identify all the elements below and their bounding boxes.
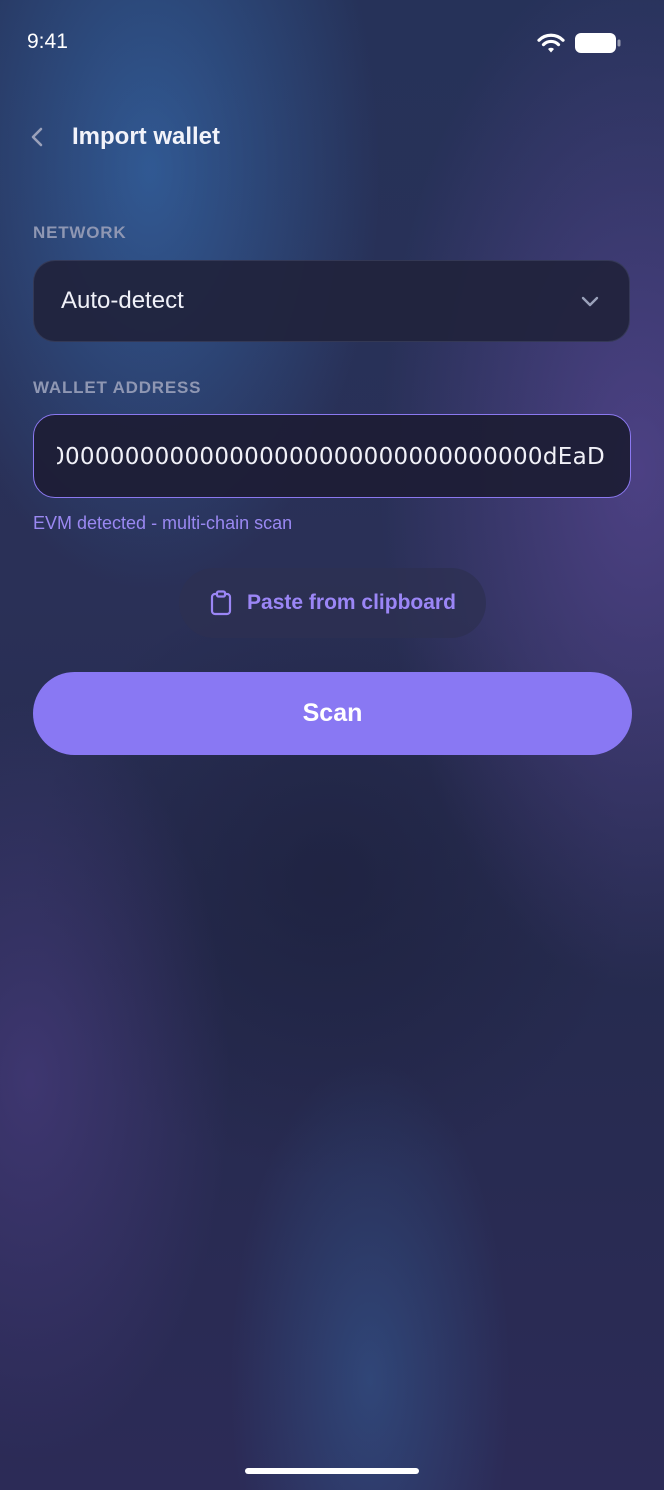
chevron-down-icon	[581, 296, 599, 307]
home-indicator[interactable]	[245, 1468, 419, 1474]
back-button[interactable]	[30, 117, 62, 157]
paste-label: Paste from clipboard	[247, 591, 456, 614]
wallet-address-value: :000000000000000000000000000000000000dEa…	[57, 444, 605, 470]
wallet-address-input[interactable]: :000000000000000000000000000000000000dEa…	[57, 415, 605, 497]
status-time: 9:41	[27, 30, 68, 53]
paste-from-clipboard-button[interactable]: Paste from clipboard	[179, 568, 486, 638]
wifi-icon	[537, 33, 565, 53]
network-label: NETWORK	[33, 223, 127, 242]
header: Import wallet	[30, 114, 220, 160]
scan-button[interactable]: Scan	[33, 672, 632, 755]
chevron-left-icon	[31, 127, 43, 147]
clipboard-icon	[210, 590, 232, 616]
status-bar: 9:41	[0, 0, 664, 88]
network-detected-hint: EVM detected - multi-chain scan	[33, 513, 293, 533]
page-title: Import wallet	[72, 123, 221, 150]
wallet-address-label: WALLET ADDRESS	[33, 378, 202, 397]
battery-icon	[575, 33, 621, 53]
wallet-address-field[interactable]: :000000000000000000000000000000000000dEa…	[33, 414, 631, 498]
scan-label: Scan	[302, 699, 363, 727]
network-select[interactable]: Auto-detect	[33, 260, 630, 342]
network-selected-value: Auto-detect	[61, 287, 184, 314]
